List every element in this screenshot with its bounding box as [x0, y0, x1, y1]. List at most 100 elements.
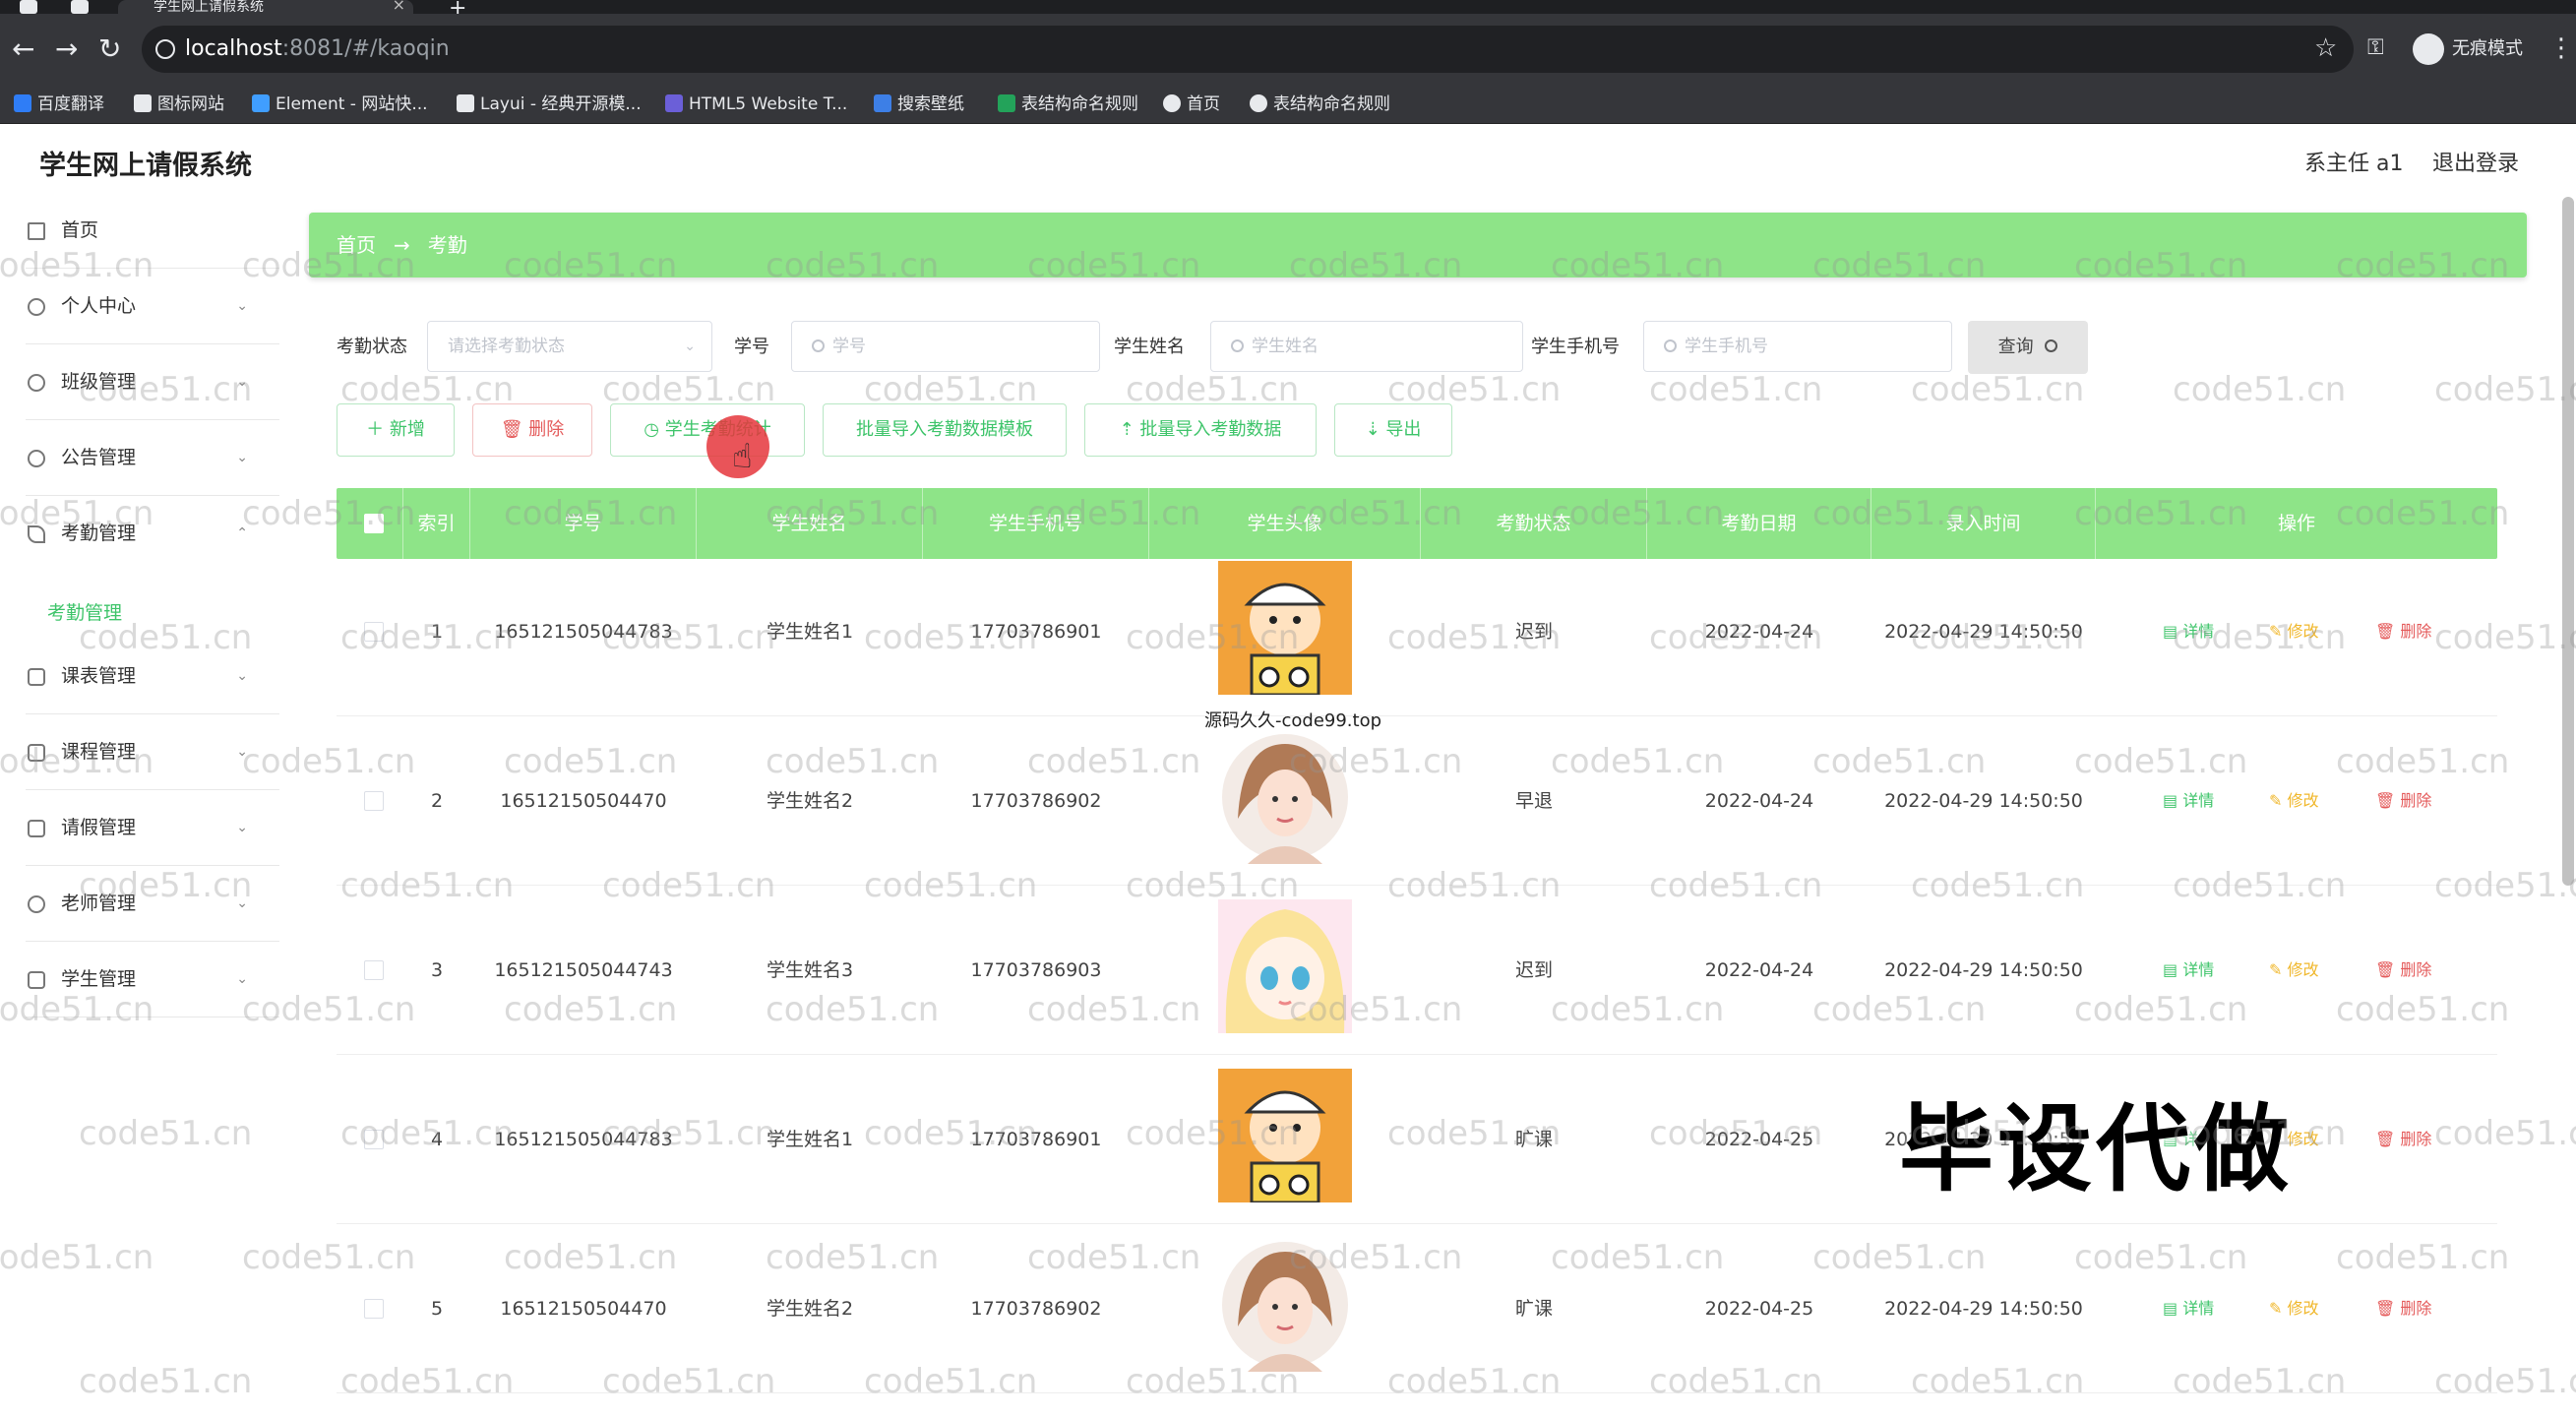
edit-button[interactable]: ✎ 修改 [2269, 716, 2319, 886]
bookmark-item[interactable]: Layui - 经典开源模... [455, 85, 642, 124]
pencil-icon: ✎ [2269, 960, 2283, 979]
phone-input[interactable]: 学生手机号 [1643, 321, 1952, 372]
edit-button[interactable]: ✎ 修改 [2269, 547, 2319, 716]
cell-phone: 17703786901 [970, 1129, 1102, 1150]
back-icon[interactable]: ← [12, 35, 34, 63]
detail-button[interactable]: ▤ 详情 [2163, 716, 2214, 886]
forward-icon[interactable]: → [55, 35, 78, 63]
cell-student-name: 学生姓名2 [766, 790, 854, 812]
sidebar-item-classes[interactable]: 班级管理 ⌄ [26, 344, 279, 420]
row-delete-button[interactable]: 🗑 删除 [2375, 547, 2431, 716]
sidebar-item-courses[interactable]: 课程管理 ⌄ [26, 714, 279, 790]
url-host: localhost [185, 36, 282, 61]
browser-profile-icon[interactable] [20, 0, 37, 14]
password-key-icon[interactable]: ⚿ [2367, 35, 2384, 60]
cell-created-time: 2022-04-29 14:50:50 [1884, 621, 2083, 643]
row-checkbox[interactable] [364, 960, 384, 980]
row-checkbox[interactable] [364, 1130, 384, 1149]
sidebar-item-profile[interactable]: 个人中心 ⌄ [26, 269, 279, 344]
bookmark-item[interactable]: 图标网站 [132, 85, 224, 124]
site-info-icon[interactable] [155, 39, 175, 59]
delete-button[interactable]: 🗑 删除 [472, 403, 592, 457]
bookmark-favicon-icon [998, 94, 1015, 112]
pencil-icon: ✎ [2269, 622, 2283, 641]
sidebar-item-announcements[interactable]: 公告管理 ⌄ [26, 420, 279, 496]
cell-index: 2 [430, 790, 444, 812]
detail-button[interactable]: ▤ 详情 [2163, 1224, 2214, 1393]
sidebar-item-teachers[interactable]: 老师管理 ⌄ [26, 866, 279, 942]
row-checkbox[interactable] [364, 622, 384, 642]
phone-label: 学生手机号 [1531, 337, 1620, 357]
bookmark-item[interactable]: Element - 网站快... [250, 85, 428, 124]
logout-link[interactable]: 退出登录 [2432, 146, 2519, 177]
chevron-up-icon: ⌃ [236, 525, 248, 541]
sidebar-item-students[interactable]: 学生管理 ⌄ [26, 942, 279, 1017]
tab-title: 学生网上请假系统 [153, 0, 264, 14]
browser-menu-icon[interactable]: ⋮ [2548, 33, 2574, 63]
breadcrumb-home[interactable]: 首页 [337, 233, 376, 257]
bookmark-item[interactable]: 百度翻译 [12, 85, 104, 124]
detail-button[interactable]: ▤ 详情 [2163, 547, 2214, 716]
detail-button[interactable]: ▤ 详情 [2163, 886, 2214, 1055]
add-button[interactable]: ＋ 新增 [337, 403, 455, 457]
student-id-input[interactable]: 学号 [791, 321, 1100, 372]
bookmark-item[interactable]: 首页 [1161, 85, 1220, 124]
bookmark-favicon-icon [457, 94, 474, 112]
edit-button[interactable]: ✎ 修改 [2269, 1224, 2319, 1393]
anime-girl-avatar [1218, 899, 1352, 1033]
row-delete-button[interactable]: 🗑 删除 [2375, 716, 2431, 886]
bookmark-star-icon[interactable]: ☆ [2314, 33, 2337, 63]
sidebar-item-leave[interactable]: 请假管理 ⌄ [26, 790, 279, 866]
cell-index: 1 [430, 621, 444, 643]
status-select[interactable]: 请选择考勤状态 ⌄ [427, 321, 712, 372]
sidebar-item-attendance[interactable]: 考勤管理 ⌃ [26, 496, 279, 572]
incognito-icon [2413, 33, 2444, 65]
sidebar-item-timetable[interactable]: 课表管理 ⌄ [26, 639, 279, 714]
row-delete-button[interactable]: 🗑 删除 [2375, 1224, 2431, 1393]
row-delete-button[interactable]: 🗑 删除 [2375, 886, 2431, 1055]
incognito-label: 无痕模式 [2452, 38, 2523, 59]
browser-tab[interactable]: 学生网上请假系统 × [118, 0, 413, 14]
row-checkbox[interactable] [364, 791, 384, 811]
crop-icon [28, 820, 45, 837]
clock-icon: ◷ [644, 419, 659, 440]
download-icon: ⇣ [1365, 419, 1380, 440]
page-scrollbar[interactable] [2562, 197, 2574, 886]
document-icon: ▤ [2163, 622, 2178, 641]
search-icon [1664, 339, 1677, 352]
tab-close-icon[interactable]: × [393, 0, 405, 13]
table-row: 5 16512150504470 学生姓名2 17703786902 旷课 2022-04… [337, 1224, 2497, 1393]
bookmark-item[interactable]: 表结构命名规则 [1248, 85, 1390, 124]
bookmark-item[interactable]: 表结构命名规则 [996, 85, 1138, 124]
cell-created-time: 2022-04-29 14:50:50 [1884, 790, 2083, 812]
chevron-down-icon: ⌄ [236, 374, 248, 390]
edit-button[interactable]: ✎ 修改 [2269, 886, 2319, 1055]
export-button[interactable]: ⇣ 导出 [1334, 403, 1452, 457]
cell-date: 2022-04-24 [1704, 621, 1814, 643]
image-caption: 源码久久-code99.top [1204, 710, 1382, 731]
reload-icon[interactable]: ↻ [98, 35, 121, 63]
cell-student-name: 学生姓名1 [766, 1129, 854, 1150]
sidebar-item-home[interactable]: 首页 [26, 193, 279, 269]
import-button[interactable]: ⇡ 批量导入考勤数据 [1084, 403, 1317, 457]
row-delete-button[interactable]: 🗑 删除 [2375, 1055, 2431, 1224]
tab-search-icon[interactable] [71, 0, 89, 14]
chevron-down-icon: ⌄ [236, 668, 248, 684]
address-bar[interactable]: localhost:8081/#/kaoqin [142, 26, 2354, 73]
bookmark-item[interactable]: 搜索壁纸 [872, 85, 964, 124]
student-name-input[interactable]: 学生姓名 [1210, 321, 1523, 372]
select-all-checkbox[interactable] [364, 514, 384, 533]
search-icon [2045, 339, 2058, 352]
girl-portrait-avatar [1218, 1238, 1352, 1372]
sidebar-subitem-attendance[interactable]: 考勤管理 [47, 598, 122, 628]
table-row: 2 16512150504470 学生姓名2 17703786902 早退 2022-04… [337, 716, 2497, 886]
query-button[interactable]: 查询 [1968, 321, 2088, 374]
import-template-button[interactable]: 批量导入考勤数据模板 [823, 403, 1067, 457]
table-row: 1 165121505044783 学生姓名1 17703786901 迟到 2022-0… [337, 547, 2497, 716]
bookmark-item[interactable]: HTML5 Website T... [663, 85, 847, 124]
home-icon [28, 222, 45, 240]
incognito-indicator[interactable]: 无痕模式 [2409, 31, 2537, 67]
row-checkbox[interactable] [364, 1299, 384, 1319]
cell-date: 2022-04-24 [1704, 790, 1814, 812]
chevron-down-icon: ⌄ [236, 971, 248, 987]
